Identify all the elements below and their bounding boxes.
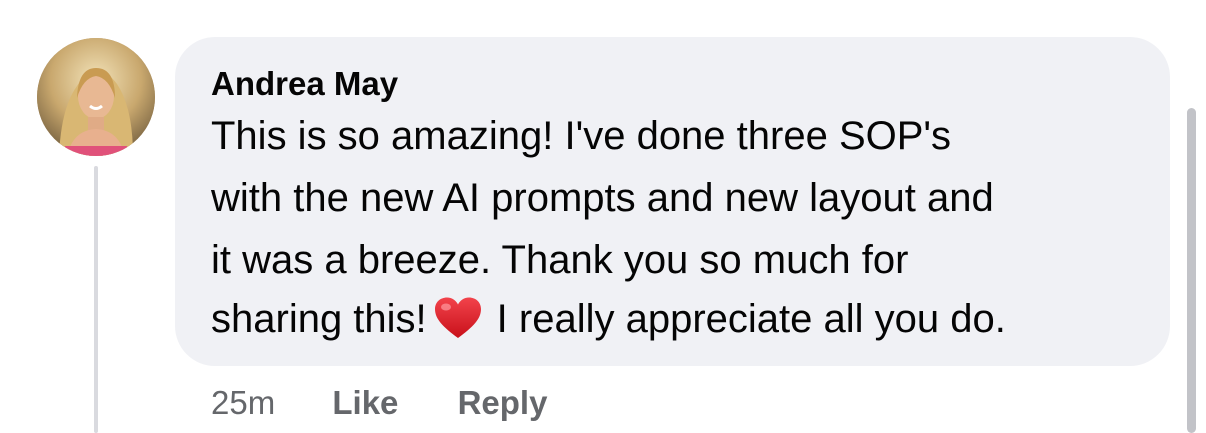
comment-timestamp[interactable]: 25m: [211, 383, 275, 423]
avatar[interactable]: [37, 38, 155, 156]
like-button[interactable]: Like: [332, 383, 398, 423]
comment-text-line: This is so amazing! I've done three SOP'…: [211, 114, 952, 158]
comment-text-segment: I really appreciate all you do.: [496, 297, 1006, 341]
comment-text-line: it was a breeze. Thank you so much for: [211, 238, 909, 282]
comment-author[interactable]: Andrea May: [211, 64, 398, 104]
comment-text-line: sharing this! I really appreciate all you…: [211, 295, 1006, 343]
scrollbar[interactable]: [1187, 108, 1196, 433]
comment-actions: 25m Like Reply: [211, 383, 547, 423]
comment-text-line: with the new AI prompts and new layout a…: [211, 176, 994, 220]
heart-emoji-icon: [433, 296, 483, 340]
thread-line: [94, 166, 98, 433]
reply-button[interactable]: Reply: [458, 383, 548, 423]
avatar-image: [37, 38, 155, 156]
comment-text-segment: sharing this!: [211, 297, 427, 341]
